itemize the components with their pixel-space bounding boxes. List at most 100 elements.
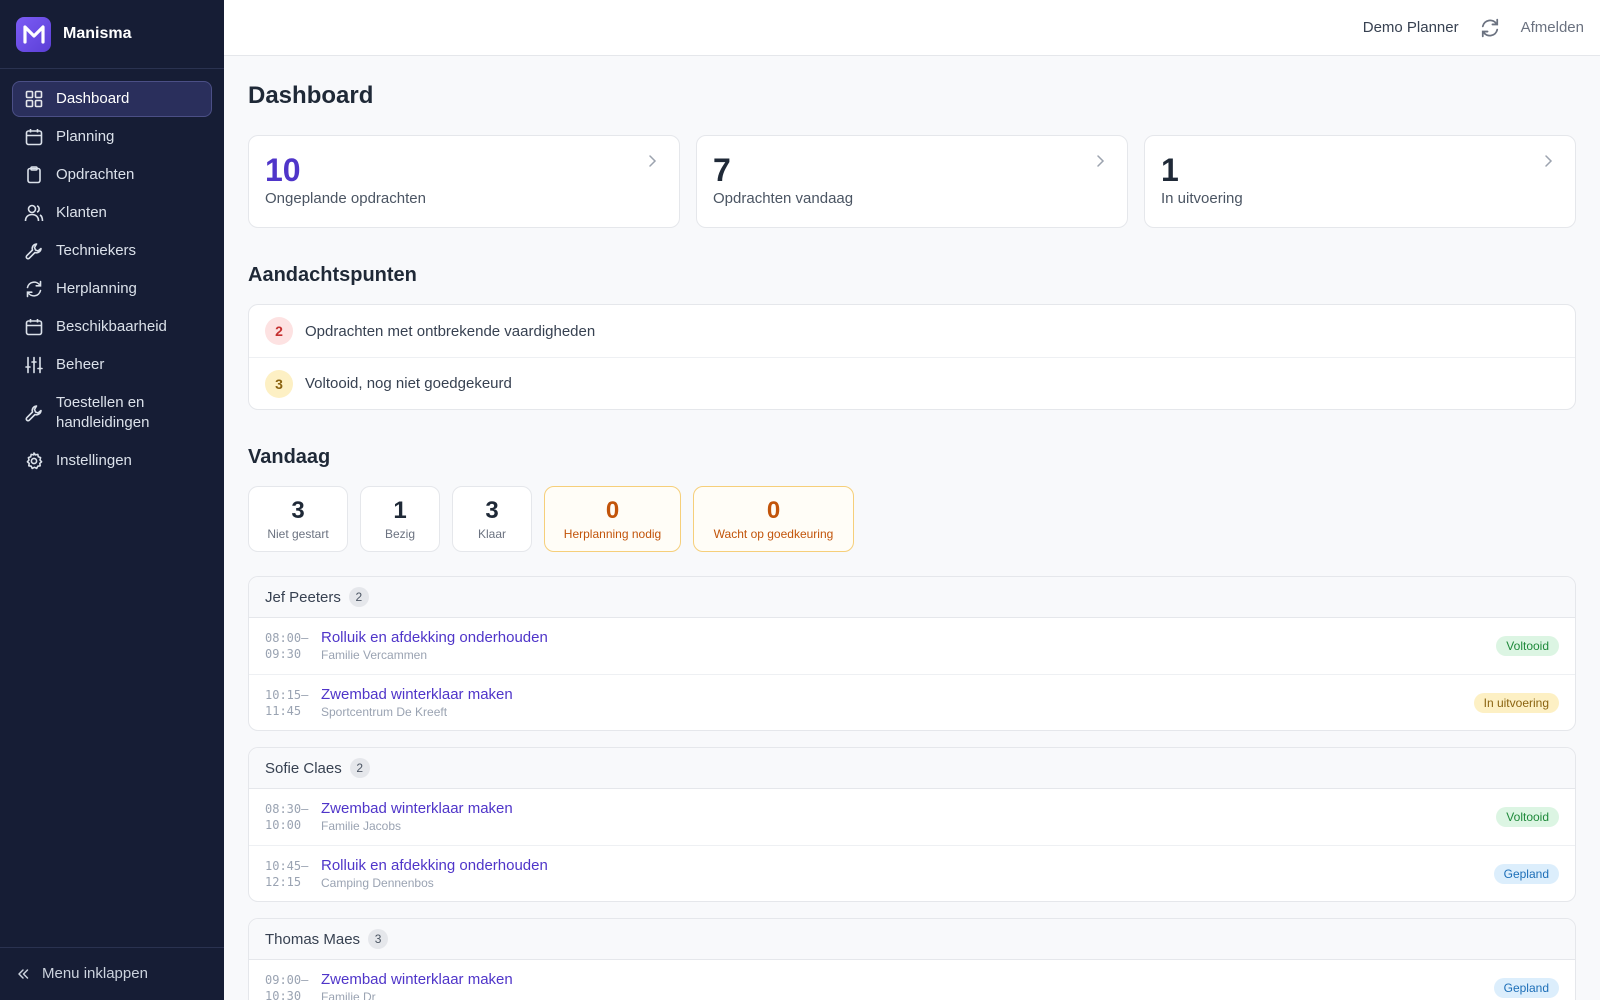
grid-icon: [24, 89, 44, 109]
wrench-icon: [24, 403, 44, 423]
job-title[interactable]: Zwembad winterklaar maken: [321, 800, 513, 818]
job-time: 08:00– 09:30: [265, 630, 321, 662]
today-stat-awaiting-approval[interactable]: 0 Wacht op goedkeuring: [693, 486, 854, 552]
sidebar-item-instellingen[interactable]: Instellingen: [12, 443, 212, 479]
today-stat-done[interactable]: 3 Klaar: [452, 486, 532, 552]
stat-card-today[interactable]: 7 Opdrachten vandaag: [696, 135, 1128, 228]
job-client: Familie Jacobs: [321, 819, 402, 833]
job-start: 10:15–: [265, 687, 309, 702]
job-info: Zwembad winterklaar maken Familie Jacobs: [321, 800, 513, 834]
sidebar-item-beschikbaarheid[interactable]: Beschikbaarheid: [12, 309, 212, 345]
status-badge: Voltooid: [1496, 636, 1559, 656]
user-name[interactable]: Demo Planner: [1363, 19, 1459, 36]
calendar-icon: [24, 317, 44, 337]
collapse-menu-label: Menu inklappen: [42, 965, 148, 982]
job-start: 08:30–: [265, 802, 309, 816]
collapse-menu-button[interactable]: Menu inklappen: [0, 947, 224, 1000]
technician-group: Jef Peeters 2 08:00– 09:30 Rolluik en af…: [248, 576, 1576, 731]
job-start: 08:00–: [265, 631, 309, 645]
sidebar-item-label: Klanten: [56, 204, 107, 221]
chevron-right-icon: [1097, 155, 1105, 167]
job-title[interactable]: Zwembad winterklaar maken: [321, 686, 513, 704]
job-end: 09:30: [265, 647, 302, 661]
stat-label: In uitvoering: [1161, 190, 1243, 207]
gear-icon: [24, 451, 44, 471]
technician-job-count: 2: [348, 587, 369, 607]
sidebar-item-planning[interactable]: Planning: [12, 119, 212, 155]
sidebar-item-label: Beschikbaarheid: [56, 318, 167, 335]
today-stats: 3 Niet gestart 1 Bezig 3 Klaar 0 Herplan…: [248, 486, 1576, 552]
sidebar-item-label: Beheer: [56, 356, 105, 373]
today-stat-value: 3: [485, 497, 499, 524]
technician-name: Thomas Maes: [265, 930, 361, 948]
technician-job-count: 3: [368, 929, 389, 949]
page-title: Dashboard: [248, 82, 374, 109]
count-badge: 2: [265, 317, 293, 345]
today-stat-label: Wacht op goedkeuring: [713, 527, 834, 541]
refresh-icon[interactable]: [1479, 17, 1501, 39]
brand[interactable]: Manisma: [0, 0, 224, 69]
job-row[interactable]: 10:45– 12:15 Rolluik en afdekking onderh…: [249, 845, 1575, 901]
sidebar-item-beheer[interactable]: Beheer: [12, 347, 212, 383]
status-badge: In uitvoering: [1473, 692, 1559, 713]
today-stat-not-started[interactable]: 3 Niet gestart: [248, 486, 348, 552]
job-client: Familie Vercammen: [321, 648, 428, 662]
job-time: 10:15– 11:45: [265, 687, 321, 719]
job-row[interactable]: 08:00– 09:30 Rolluik en afdekking onderh…: [249, 618, 1575, 674]
sidebar-item-klanten[interactable]: Klanten: [12, 195, 212, 231]
attention-item-missing-skills[interactable]: 2 Opdrachten met ontbrekende vaardighede…: [249, 305, 1575, 357]
today-stat-label: Herplanning nodig: [563, 527, 662, 541]
sidebar-item-dashboard[interactable]: Dashboard: [12, 81, 212, 117]
sliders-icon: [24, 355, 44, 375]
attention-label: Opdrachten met ontbrekende vaardigheden: [305, 322, 596, 340]
logout-link[interactable]: Afmelden: [1521, 19, 1584, 36]
main-content: Dashboard 10 Ongeplande opdrachten 7 Opd…: [248, 56, 1576, 1000]
sidebar-item-label: Dashboard: [56, 90, 130, 107]
sidebar: Manisma Dashboard Planning Opdrachten Kl…: [0, 0, 224, 1000]
attention-label: Voltooid, nog niet goedgekeurd: [305, 375, 512, 392]
stat-card-unplanned[interactable]: 10 Ongeplande opdrachten: [248, 135, 680, 228]
today-stat-value: 0: [766, 497, 781, 524]
sidebar-item-herplanning[interactable]: Herplanning: [12, 271, 212, 307]
chevron-right-icon: [649, 155, 657, 167]
job-title[interactable]: Rolluik en afdekking onderhouden: [321, 629, 548, 647]
technician-header: Thomas Maes 3: [249, 919, 1575, 960]
attention-item-not-approved[interactable]: 3 Voltooid, nog niet goedgekeurd: [249, 357, 1575, 409]
wrench-icon: [24, 241, 44, 261]
job-client: Camping Dennenbos: [321, 875, 434, 890]
today-title: Vandaag: [248, 446, 331, 468]
stat-card-in-progress[interactable]: 1 In uitvoering: [1144, 135, 1576, 228]
topbar: Demo Planner Afmelden: [224, 0, 1600, 56]
sidebar-item-toestellen[interactable]: Toestellen en handleidingen: [12, 385, 212, 441]
job-title[interactable]: Zwembad winterklaar maken: [321, 971, 513, 989]
job-row[interactable]: 09:00– 10:30 Zwembad winterklaar maken F…: [249, 960, 1575, 1000]
today-stat-replanning[interactable]: 0 Herplanning nodig: [544, 486, 681, 552]
today-stat-value: 0: [605, 497, 620, 524]
job-info: Rolluik en afdekking onderhouden Camping…: [321, 857, 548, 891]
technician-header: Sofie Claes 2: [249, 748, 1575, 789]
technician-header: Jef Peeters 2: [249, 577, 1575, 618]
today-stat-value: 3: [291, 497, 305, 524]
job-title[interactable]: Rolluik en afdekking onderhouden: [321, 857, 548, 875]
job-end: 10:00: [265, 818, 302, 832]
today-stat-busy[interactable]: 1 Bezig: [360, 486, 440, 552]
attention-title: Aandachtspunten: [248, 264, 417, 286]
today-stat-label: Bezig: [384, 527, 416, 541]
job-info: Zwembad winterklaar maken Sportcentrum D…: [321, 686, 513, 720]
job-info: Rolluik en afdekking onderhouden Familie…: [321, 629, 548, 663]
status-badge: Voltooid: [1496, 807, 1559, 827]
sidebar-nav: Dashboard Planning Opdrachten Klanten Te…: [0, 69, 224, 479]
calendar-icon: [24, 127, 44, 147]
job-end: 11:45: [265, 703, 302, 718]
job-client: Sportcentrum De Kreeft: [321, 704, 448, 719]
technician-job-count: 2: [349, 758, 370, 778]
sidebar-item-techniekers[interactable]: Techniekers: [12, 233, 212, 269]
sidebar-item-label: Instellingen: [56, 452, 132, 469]
sidebar-item-label: Opdrachten: [56, 166, 135, 183]
job-row[interactable]: 10:15– 11:45 Zwembad winterklaar maken S…: [249, 674, 1575, 730]
technician-name: Sofie Claes: [265, 759, 342, 777]
sidebar-item-opdrachten[interactable]: Opdrachten: [12, 157, 212, 193]
job-row[interactable]: 08:30– 10:00 Zwembad winterklaar maken F…: [249, 789, 1575, 845]
job-time: 10:45– 12:15: [265, 858, 321, 890]
technician-name: Jef Peeters: [265, 588, 341, 606]
